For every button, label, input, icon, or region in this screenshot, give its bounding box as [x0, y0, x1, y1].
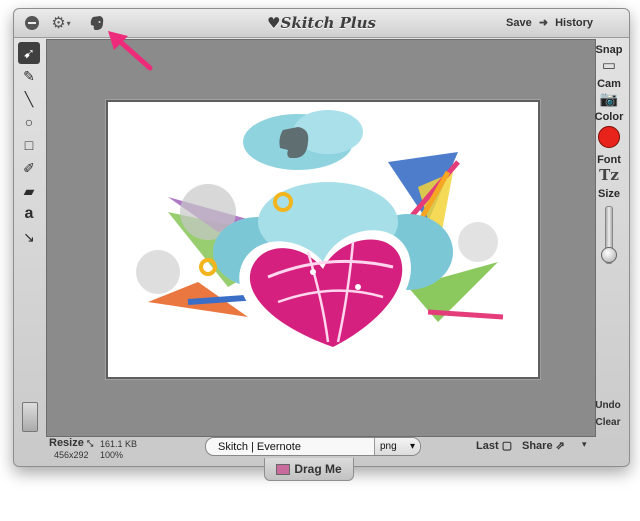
size-slider-knob[interactable]: [601, 247, 617, 264]
highlighter-icon: ✐: [23, 159, 35, 176]
resize-label: Resize: [49, 437, 84, 449]
size-slider[interactable]: [601, 206, 617, 264]
captured-image[interactable]: [106, 100, 540, 379]
text-tool[interactable]: a: [18, 203, 40, 225]
drag-label: Drag Me: [294, 462, 342, 476]
history-button[interactable]: History: [555, 17, 593, 29]
color-swatch: [598, 126, 620, 148]
eraser-tool[interactable]: ▰: [18, 180, 40, 202]
file-size: 161.1 KB: [100, 439, 138, 449]
last-label: Last: [476, 440, 499, 452]
share-button[interactable]: Share ⇗: [522, 439, 565, 452]
filename-field[interactable]: Skitch | Evernote png ▾: [205, 437, 421, 456]
snap-label: Snap: [595, 44, 623, 56]
screen-capture-icon: ▭: [601, 57, 617, 74]
photo-thumbnail-icon: [276, 463, 291, 475]
font-button[interactable]: Font Tz: [593, 154, 625, 184]
color-button[interactable]: Color: [593, 111, 625, 148]
pen-icon: ✎: [23, 67, 35, 84]
last-button[interactable]: Last ▢: [476, 439, 512, 452]
rectangle-icon: □: [24, 137, 34, 153]
line-icon: ╲: [24, 90, 34, 107]
save-button[interactable]: Save: [506, 17, 532, 29]
pen-tool[interactable]: ✎: [18, 65, 40, 87]
undo-clear-group: Undo Clear: [591, 400, 625, 434]
right-arrow-icon: ➜: [538, 17, 549, 29]
cam-button[interactable]: Cam 📷: [593, 78, 625, 108]
pink-annotation-arrow: [108, 31, 153, 71]
image-dimensions: 456x292: [54, 450, 89, 460]
right-panel: Snap ▭ Cam 📷 Color Font Tz Size: [593, 41, 625, 264]
text-icon: a: [24, 205, 34, 222]
resize-icon: ⤡: [86, 439, 94, 448]
clear-button[interactable]: Clear: [591, 417, 625, 428]
filename-input[interactable]: Skitch | Evernote: [206, 441, 374, 453]
eraser-icon: ▰: [23, 182, 35, 199]
ellipse-tool[interactable]: ○: [18, 111, 40, 133]
format-select[interactable]: png ▾: [374, 438, 420, 455]
select-tool[interactable]: ➹: [18, 42, 40, 64]
arrow-tool[interactable]: ↘: [18, 226, 40, 248]
size-label: Size: [597, 188, 620, 200]
canvas-area[interactable]: [46, 39, 596, 437]
font-icon: Tz: [599, 166, 619, 184]
rectangle-tool[interactable]: □: [18, 134, 40, 156]
pointer-icon: ➹: [23, 44, 35, 61]
drag-me-handle[interactable]: Drag Me: [264, 458, 354, 481]
share-label: Share: [522, 440, 553, 452]
speech-bubble-icon: ▢: [501, 440, 513, 452]
zoom-level: 100%: [100, 450, 124, 460]
chevron-down-icon: ▾: [409, 441, 415, 452]
resize-button[interactable]: Resize ⤡: [49, 437, 93, 449]
cam-label: Cam: [597, 78, 621, 90]
ellipse-icon: ○: [24, 114, 34, 130]
font-label: Font: [597, 154, 621, 166]
format-value: png: [380, 441, 397, 452]
line-tool[interactable]: ╲: [18, 88, 40, 110]
skitch-window: ⚙ ▾ ♥Skitch Plus Save ➜ History ➹ ✎ ╲ ○ …: [13, 8, 630, 467]
share-icon: ⇗: [555, 440, 565, 452]
share-menu-chevron-icon[interactable]: ▾: [582, 439, 587, 450]
highlighter-tool[interactable]: ✐: [18, 157, 40, 179]
tool-palette: ➹ ✎ ╲ ○ □ ✐ ▰ a ↘: [18, 42, 42, 249]
snap-button[interactable]: Snap ▭: [593, 44, 625, 74]
arrow-icon: ↘: [23, 228, 35, 245]
file-info: 161.1 KB 100%: [100, 439, 137, 461]
color-label: Color: [594, 111, 624, 123]
undo-button[interactable]: Undo: [591, 400, 625, 411]
artwork-image: [108, 102, 538, 377]
save-history-group: Save ➜ History: [506, 16, 593, 29]
size-control: Size: [593, 188, 625, 264]
camera-icon: 📷: [599, 91, 619, 108]
opacity-slider[interactable]: [22, 402, 38, 432]
